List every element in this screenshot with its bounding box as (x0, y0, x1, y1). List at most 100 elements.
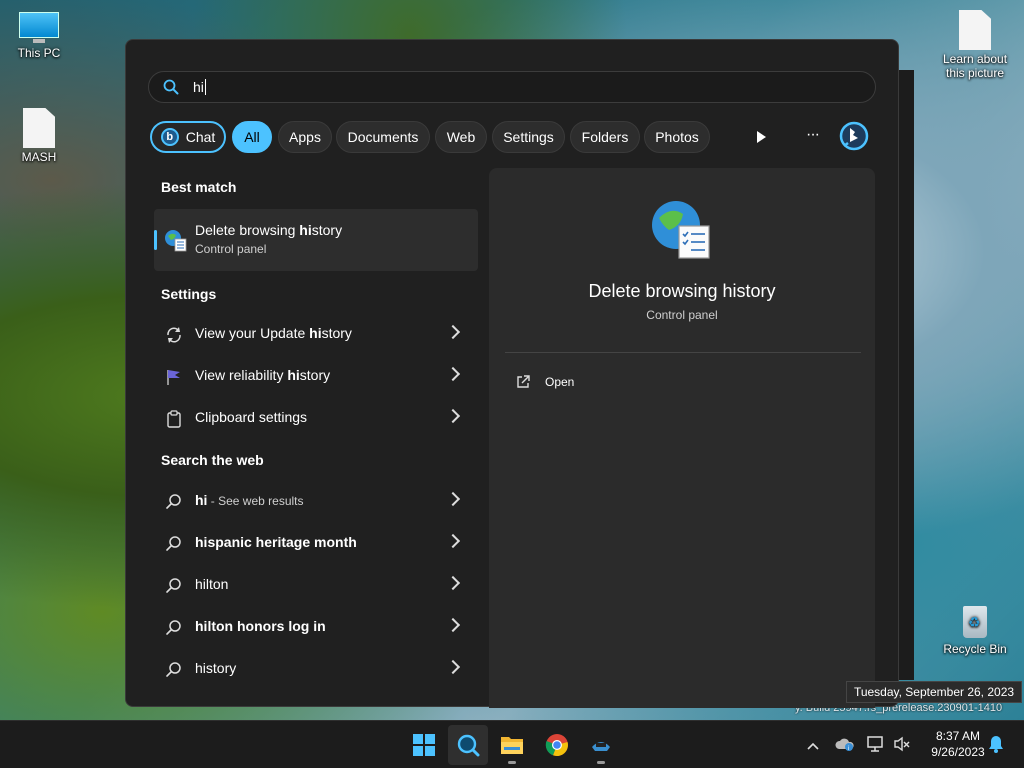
windows-logo-icon (413, 734, 435, 756)
open-external-icon (515, 374, 531, 393)
bing-chat-icon[interactable] (838, 120, 870, 157)
folder-icon (501, 737, 523, 754)
search-panel: hi b Chat All Apps Documents Web Settings… (125, 39, 899, 708)
title-match: hi (299, 222, 312, 238)
running-indicator (597, 761, 605, 764)
chevron-right-icon (445, 617, 461, 633)
result-title: View reliability history (195, 367, 330, 383)
globe-checklist-icon (163, 228, 187, 257)
running-indicator (508, 761, 516, 764)
show-hidden-icons-icon[interactable] (806, 738, 820, 756)
search-icon (165, 493, 183, 511)
desktop-icon-label: Recycle Bin (943, 642, 1007, 656)
search-icon (165, 535, 183, 553)
search-icon (457, 734, 480, 757)
web-result-hilton-honors-log-in[interactable]: hilton honors log in (154, 607, 478, 647)
filter-apps[interactable]: Apps (278, 121, 332, 153)
web-result-hi[interactable]: hi - See web results (154, 481, 478, 521)
section-settings: Settings (161, 286, 217, 302)
desktop-icon-learn-about-picture[interactable]: Learn about this picture (940, 10, 1010, 80)
search-query: hi (193, 79, 204, 95)
result-subtitle: Control panel (195, 242, 267, 256)
bing-icon: b (160, 128, 179, 146)
document-shortcut-icon (23, 108, 55, 148)
suggestion-text: hilton honors log in (195, 618, 326, 634)
taskbar-search-button[interactable] (448, 725, 488, 765)
filter-label: Apps (289, 129, 321, 145)
more-options-icon[interactable]: ··· (806, 126, 820, 144)
detail-title: Delete browsing history (588, 281, 776, 301)
filter-folders[interactable]: Folders (570, 121, 640, 153)
result-title: history (195, 660, 236, 676)
settings-result-update-history[interactable]: View your Update history (154, 314, 478, 354)
result-title: View your Update history (195, 325, 352, 341)
suggestion-text: hispanic heritage month (195, 534, 357, 550)
chevron-right-icon (445, 366, 461, 382)
result-title: hi - See web results (195, 492, 304, 508)
desktop-icon-recycle-bin[interactable]: ♻ Recycle Bin (942, 600, 1008, 656)
play-more-filters-icon[interactable] (754, 130, 768, 149)
search-icon (163, 79, 179, 100)
result-title: Delete browsing history (195, 222, 342, 238)
title-part: View your Update (195, 325, 310, 341)
globe-checklist-icon (649, 198, 713, 262)
clock-time: 8:37 AM (935, 729, 981, 743)
onedrive-icon[interactable]: i (835, 736, 855, 757)
filter-label: Web (446, 129, 476, 145)
chevron-right-icon (445, 533, 461, 549)
filter-all[interactable]: All (232, 121, 272, 153)
title-match: hi (309, 325, 322, 341)
settings-result-reliability-history[interactable]: View reliability history (154, 356, 478, 396)
svg-text:i: i (848, 746, 849, 752)
system-clock[interactable]: 8:37 AM 9/26/2023 (918, 728, 998, 760)
title-match: hi (287, 367, 300, 383)
result-title: Clipboard settings (195, 409, 307, 425)
best-match-result[interactable]: Delete browsing history Control panel (154, 209, 478, 271)
taskbar-chrome[interactable] (537, 725, 577, 765)
result-title: hilton honors log in (195, 618, 326, 634)
volume-muted-icon[interactable] (893, 736, 911, 757)
chevron-right-icon (445, 408, 461, 424)
title-part: Clipboard settings (195, 409, 308, 425)
filter-chat[interactable]: b Chat (150, 121, 226, 153)
result-title: hilton (195, 576, 228, 592)
open-label: Open (545, 375, 575, 389)
web-result-hispanic-heritage-month[interactable]: hispanic heritage month (154, 523, 478, 563)
chevron-right-icon (445, 324, 461, 340)
text-caret (204, 79, 206, 95)
network-icon[interactable] (866, 735, 886, 758)
settings-result-clipboard[interactable]: Clipboard settings (154, 398, 478, 438)
title-part: story (299, 367, 331, 383)
result-title: hispanic heritage month (195, 534, 357, 550)
section-search-web: Search the web (161, 452, 264, 468)
search-icon (165, 619, 183, 637)
desktop-icon-label: MASH (21, 150, 57, 164)
title-part: Delete browsing (195, 222, 300, 238)
search-input[interactable]: hi (148, 71, 876, 103)
taskbar-file-explorer[interactable] (492, 725, 532, 765)
start-button[interactable] (404, 725, 444, 765)
section-best-match: Best match (161, 179, 237, 195)
taskbar-app[interactable] (581, 725, 621, 765)
suggestion-text: hilton (195, 576, 229, 592)
web-result-hilton[interactable]: hilton (154, 565, 478, 605)
notification-bell-icon[interactable] (988, 735, 1004, 758)
filter-label: Photos (655, 129, 699, 145)
filter-settings[interactable]: Settings (492, 121, 565, 153)
desktop-icon-mash[interactable]: MASH (7, 108, 71, 164)
divider (505, 352, 861, 353)
desktop-icon-label: This PC (17, 46, 61, 60)
chevron-right-icon (445, 575, 461, 591)
web-result-history[interactable]: history (154, 649, 478, 689)
filter-documents[interactable]: Documents (336, 121, 430, 153)
sync-icon (165, 326, 183, 344)
desktop-icon-this-pc[interactable]: This PC (7, 12, 71, 60)
filter-web[interactable]: Web (435, 121, 487, 153)
filter-label: Documents (347, 129, 419, 145)
title-part: View reliability (195, 367, 288, 383)
search-icon (165, 661, 183, 679)
clock-date: 9/26/2023 (931, 745, 985, 759)
filter-photos[interactable]: Photos (644, 121, 710, 153)
filter-label: Folders (581, 129, 629, 145)
result-hint: - See web results (207, 494, 304, 508)
